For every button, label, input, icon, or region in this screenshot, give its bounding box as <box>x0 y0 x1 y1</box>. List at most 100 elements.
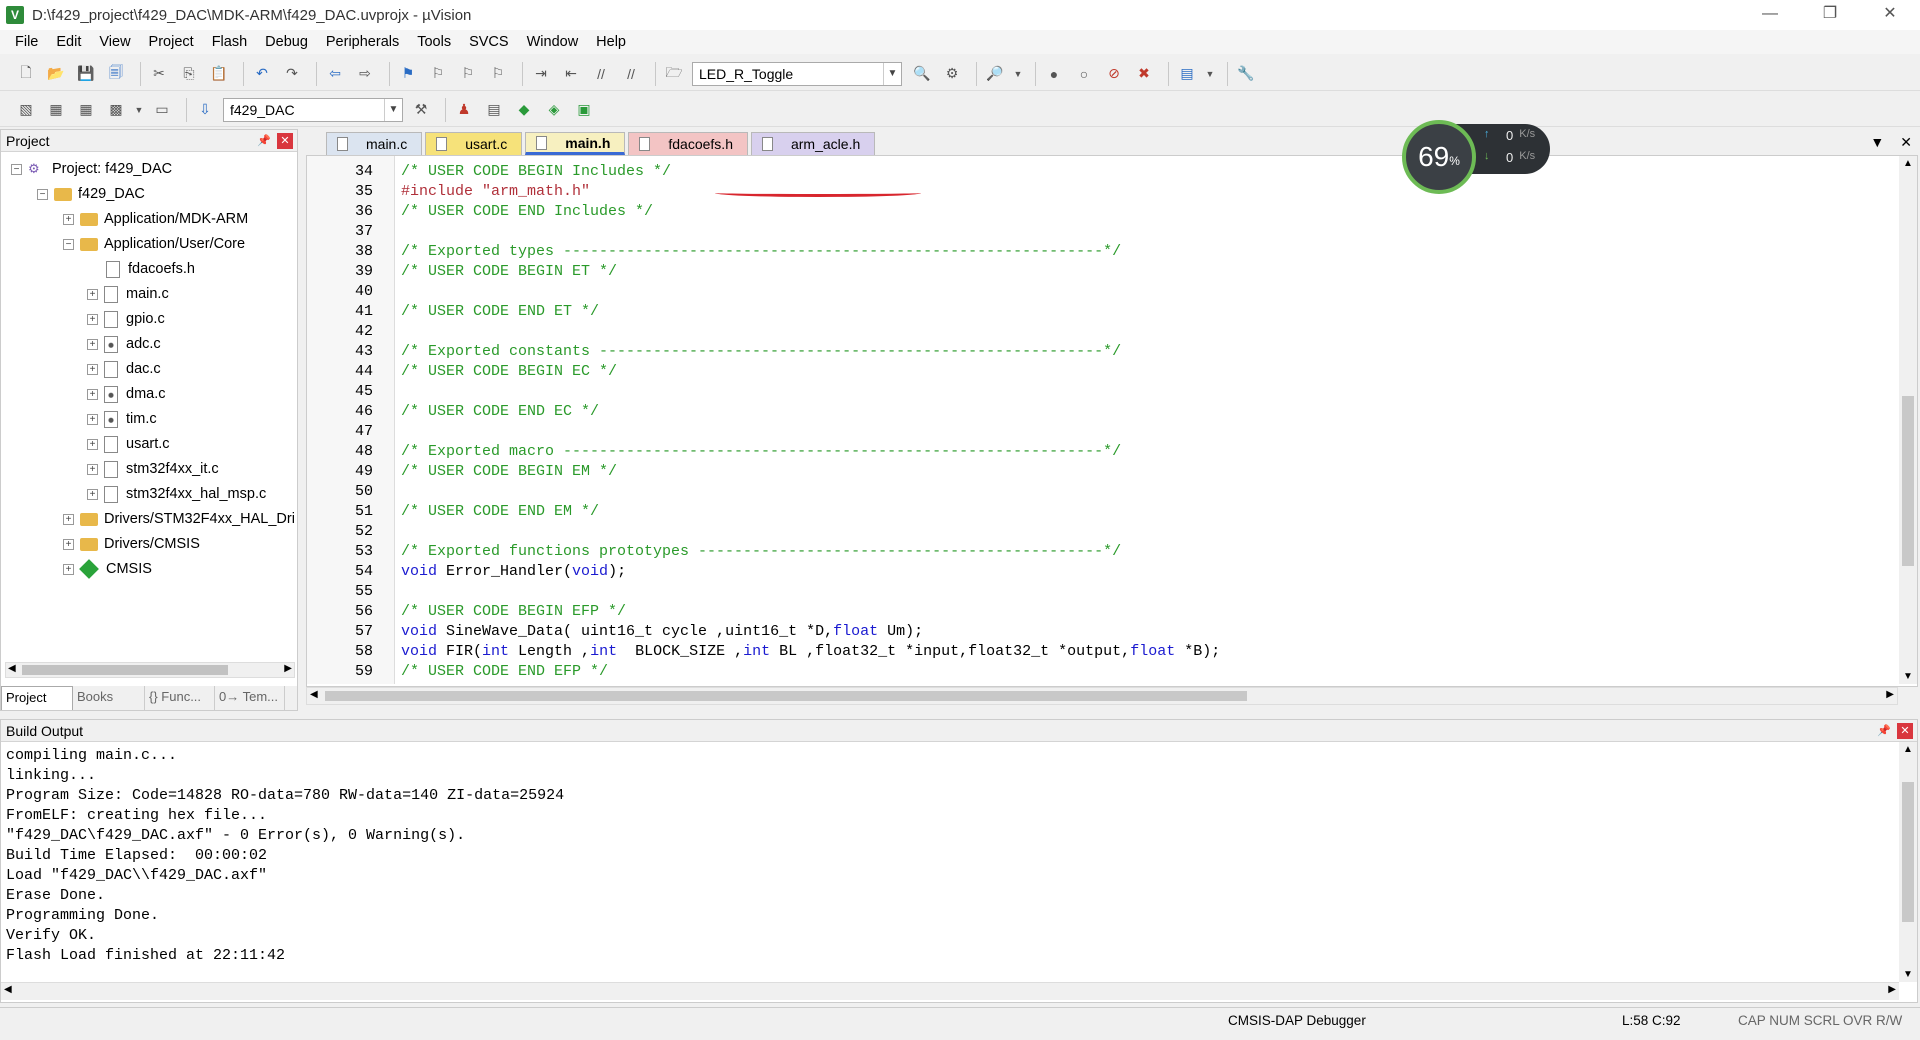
close-editor-icon[interactable]: ✕ <box>1900 134 1912 151</box>
build-vertical-scrollbar[interactable]: ▲ ▼ <box>1899 742 1917 982</box>
tree-item-file[interactable]: + dac.c <box>87 358 161 380</box>
menu-project[interactable]: Project <box>140 34 203 50</box>
navigate-back-icon[interactable]: ⇦ <box>323 62 347 86</box>
code-line[interactable]: 36 /* USER CODE END Includes */ <box>307 201 1897 221</box>
tree-item-file[interactable]: + dma.c <box>87 383 166 405</box>
open-folder-icon[interactable]: 📂 <box>44 62 68 86</box>
stop-build-icon[interactable]: ▭ <box>150 98 174 122</box>
pin-icon[interactable]: 📌 <box>1877 724 1891 737</box>
tree-item-folder[interactable]: − Application/User/Core <box>63 233 245 255</box>
tree-item-folder[interactable]: + Drivers/STM32F4xx_HAL_Dri <box>63 508 295 530</box>
restore-button[interactable]: ❐ <box>1800 0 1860 30</box>
tab-arm-acle-h[interactable]: arm_acle.h <box>750 132 876 155</box>
scroll-up-icon[interactable]: ▲ <box>1903 744 1913 755</box>
next-bookmark-icon[interactable]: ⚐ <box>456 62 480 86</box>
tab-books[interactable]: Books <box>73 686 145 710</box>
incremental-find-icon[interactable]: ⚙ <box>940 62 964 86</box>
tree-item-project-root[interactable]: − ⚙ Project: f429_DAC <box>11 158 172 180</box>
manage-rte-icon[interactable]: ◈ <box>542 98 566 122</box>
menu-tools[interactable]: Tools <box>408 34 460 50</box>
function-combo[interactable]: LED_R_Toggle ▼ <box>692 61 902 86</box>
close-icon[interactable]: ✕ <box>277 132 293 149</box>
collapse-icon[interactable]: − <box>37 188 48 200</box>
manage-project-items-icon[interactable]: ♟ <box>452 98 476 122</box>
expand-icon[interactable]: + <box>87 488 98 500</box>
scrollbar-thumb[interactable] <box>325 691 1247 701</box>
expand-icon[interactable]: + <box>87 438 98 450</box>
scroll-down-icon[interactable]: ▼ <box>1903 969 1913 980</box>
expand-icon[interactable]: + <box>87 288 98 300</box>
expand-icon[interactable]: + <box>87 313 98 325</box>
bookmark-icon[interactable]: ⚑ <box>396 62 420 86</box>
scroll-down-icon[interactable]: ▼ <box>1903 671 1913 682</box>
rebuild-icon[interactable]: ▦ <box>74 98 98 122</box>
expand-icon[interactable]: + <box>63 213 74 225</box>
scroll-up-icon[interactable]: ▲ <box>1903 158 1913 169</box>
expand-icon[interactable]: + <box>87 388 98 400</box>
collapse-icon[interactable]: − <box>63 238 74 250</box>
chevron-down-icon[interactable]: ▼ <box>1205 62 1215 86</box>
code-line[interactable]: 37 <box>307 221 1897 241</box>
expand-icon[interactable]: + <box>87 363 98 375</box>
code-line[interactable]: 59 /* USER CODE END EFP */ <box>307 661 1897 681</box>
tree-item-file[interactable]: + adc.c <box>87 333 161 355</box>
select-packs-icon[interactable]: ▤ <box>482 98 506 122</box>
code-line[interactable]: 44 /* USER CODE BEGIN EC */ <box>307 361 1897 381</box>
run-time-environment-icon[interactable]: ▣ <box>572 98 596 122</box>
code-line[interactable]: 40 <box>307 281 1897 301</box>
tree-item-target[interactable]: − f429_DAC <box>37 183 145 205</box>
scroll-left-icon[interactable]: ◀ <box>8 663 16 674</box>
code-line[interactable]: 42 <box>307 321 1897 341</box>
code-line[interactable]: 47 <box>307 421 1897 441</box>
close-button[interactable]: ✕ <box>1860 0 1920 30</box>
disable-all-breakpoints-icon[interactable]: ⊘ <box>1102 62 1126 86</box>
tree-item-file[interactable]: + main.c <box>87 283 169 305</box>
project-horizontal-scrollbar[interactable]: ◀ ▶ <box>5 662 295 678</box>
code-line[interactable]: 50 <box>307 481 1897 501</box>
code-line[interactable]: 41 /* USER CODE END ET */ <box>307 301 1897 321</box>
code-line[interactable]: 53 /* Exported functions prototypes -----… <box>307 541 1897 561</box>
tab-project[interactable]: Project <box>1 686 73 710</box>
code-line[interactable]: 39 /* USER CODE BEGIN ET */ <box>307 261 1897 281</box>
cut-icon[interactable]: ✂ <box>147 62 171 86</box>
save-all-icon[interactable]: 🗐 <box>104 62 128 86</box>
code-line[interactable]: 38 /* Exported types --------------------… <box>307 241 1897 261</box>
code-line[interactable]: 34 /* USER CODE BEGIN Includes */ <box>307 161 1897 181</box>
code-line[interactable]: 43 /* Exported constants ----------------… <box>307 341 1897 361</box>
chevron-down-icon[interactable]: ▼ <box>134 98 144 122</box>
scroll-right-icon[interactable]: ▶ <box>1888 984 1896 995</box>
translate-icon[interactable]: ▧ <box>14 98 38 122</box>
tree-item-file[interactable]: + stm32f4xx_it.c <box>87 458 219 480</box>
code-line[interactable]: 55 <box>307 581 1897 601</box>
batch-build-icon[interactable]: ▩ <box>104 98 128 122</box>
tab-fdacoefs-h[interactable]: fdacoefs.h <box>628 132 748 155</box>
save-icon[interactable]: 💾 <box>74 62 98 86</box>
code-line[interactable]: 52 <box>307 521 1897 541</box>
menu-edit[interactable]: Edit <box>47 34 90 50</box>
tree-item-file[interactable]: + tim.c <box>87 408 157 430</box>
code-line[interactable]: 35 #include "arm_math.h" <box>307 181 1897 201</box>
pin-icon[interactable]: 📌 <box>257 134 271 147</box>
build-icon[interactable]: ▦ <box>44 98 68 122</box>
build-horizontal-scrollbar[interactable]: ◀ ▶ <box>1 982 1899 1000</box>
redo-icon[interactable]: ↷ <box>280 62 304 86</box>
window-layout-icon[interactable]: ▤ <box>1175 62 1199 86</box>
tab-templates[interactable]: 0→ Tem... <box>215 686 285 710</box>
code-editor[interactable]: 34 /* USER CODE BEGIN Includes */ 35 #inclu… <box>306 155 1918 687</box>
chevron-down-icon[interactable]: ▼ <box>384 98 402 121</box>
editor-horizontal-scrollbar[interactable]: ◀ ▶ <box>306 687 1898 705</box>
tab-functions[interactable]: {} Func... <box>145 686 215 710</box>
tree-item-folder[interactable]: + Application/MDK-ARM <box>63 208 248 230</box>
menu-flash[interactable]: Flash <box>203 34 256 50</box>
scroll-right-icon[interactable]: ▶ <box>1886 689 1894 700</box>
chevron-down-icon[interactable]: ▼ <box>883 62 901 85</box>
new-file-icon[interactable]: 🗋 <box>14 62 38 86</box>
tree-item-file[interactable]: fdacoefs.h <box>106 258 195 280</box>
scroll-left-icon[interactable]: ◀ <box>4 984 12 995</box>
tree-item-file[interactable]: + gpio.c <box>87 308 165 330</box>
tree-item-file[interactable]: + usart.c <box>87 433 170 455</box>
find-in-files-icon[interactable]: 🗁 <box>662 62 686 86</box>
tree-item-file[interactable]: + stm32f4xx_hal_msp.c <box>87 483 266 505</box>
code-line[interactable]: 57 void SineWave_Data( uint16_t cycle ,ui… <box>307 621 1897 641</box>
code-line[interactable]: 48 /* Exported macro --------------------… <box>307 441 1897 461</box>
